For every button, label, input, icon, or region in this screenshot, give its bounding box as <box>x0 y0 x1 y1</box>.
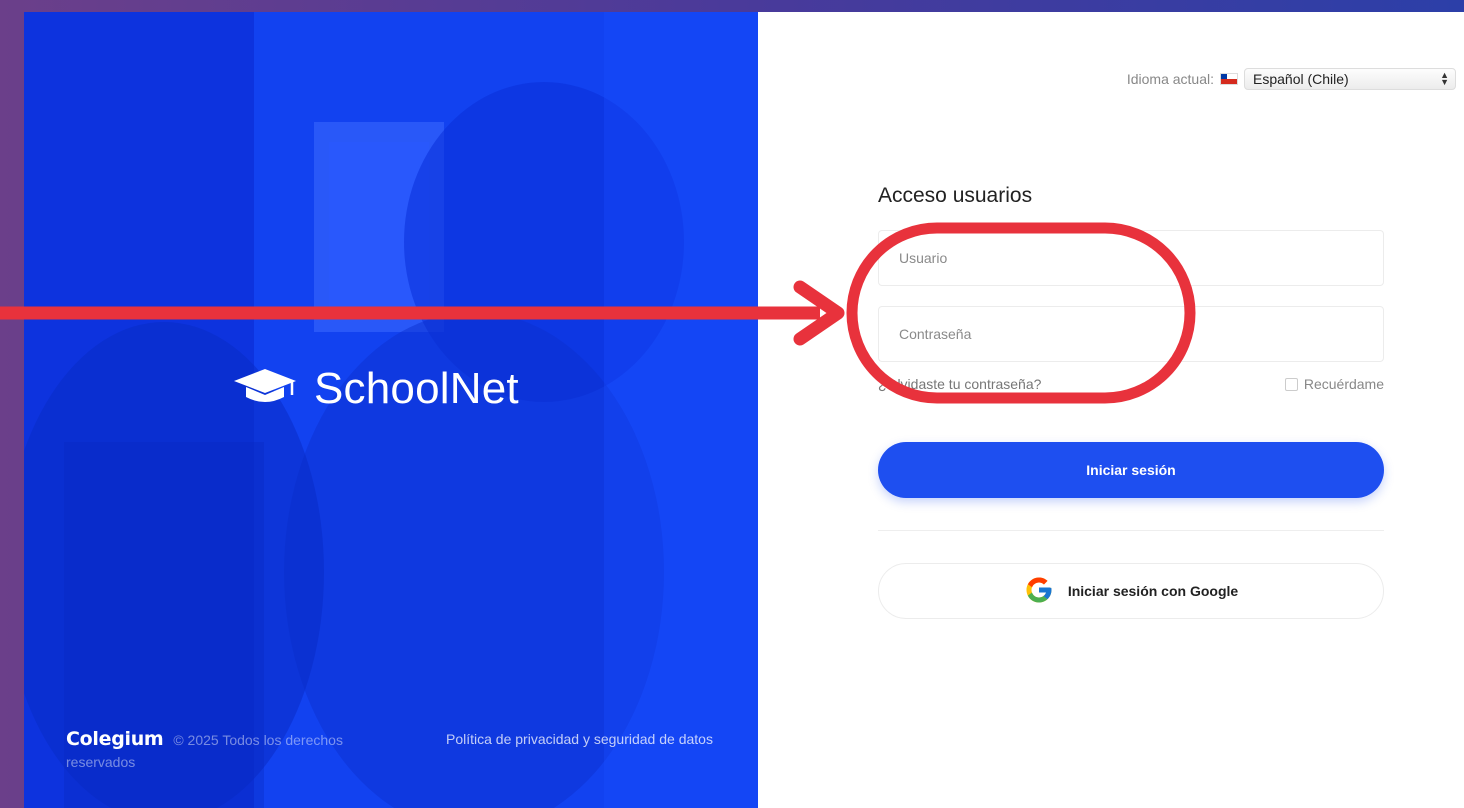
remember-checkbox[interactable] <box>1284 377 1298 391</box>
login-title: Acceso usuarios <box>878 184 1033 207</box>
password-placeholder: Contraseña <box>899 326 972 342</box>
brand-name: SchoolNet <box>314 364 519 413</box>
login-form: Acceso usuarios Usuario Contraseña ¿Olvi… <box>878 184 1384 619</box>
remember-label: Recuérdame <box>1303 376 1384 392</box>
divider <box>878 530 1384 531</box>
chile-flag-icon <box>1220 73 1238 85</box>
language-selected-value: Español (Chile) <box>1253 71 1349 87</box>
google-icon <box>1024 575 1054 608</box>
privacy-policy-link[interactable]: Política de privacidad y seguridad de da… <box>446 728 726 773</box>
hero-footer: Colegium © 2025 Todos los derechos reser… <box>66 728 726 773</box>
google-login-button[interactable]: Iniciar sesión con Google <box>878 563 1384 619</box>
password-input[interactable]: Contraseña <box>878 306 1384 362</box>
login-panel: Idioma actual: Español (Chile) ▲ ▼ Acceso… <box>758 12 1464 808</box>
login-options-row: ¿Olvidaste tu contraseña? Recuérdame <box>878 376 1384 392</box>
copyright-block: Colegium © 2025 Todos los derechos reser… <box>66 728 386 773</box>
hero-panel: SchoolNet Colegium © 2025 Todos los dere… <box>24 12 758 808</box>
google-login-label: Iniciar sesión con Google <box>1067 583 1239 599</box>
language-selector: Idioma actual: Español (Chile) ▲ ▼ <box>1127 68 1456 90</box>
language-label: Idioma actual: <box>1126 71 1214 87</box>
graduation-cap-icon <box>232 367 298 412</box>
login-button[interactable]: Iniciar sesión <box>878 442 1384 498</box>
language-select[interactable]: Español (Chile) ▲ ▼ <box>1244 68 1456 90</box>
remember-me[interactable]: Recuérdame <box>1284 376 1384 392</box>
forgot-password-link[interactable]: ¿Olvidaste tu contraseña? <box>878 376 1041 392</box>
username-input[interactable]: Usuario <box>878 230 1384 286</box>
username-placeholder: Usuario <box>899 250 948 266</box>
brand-logo: SchoolNet <box>232 364 519 414</box>
select-arrows-icon: ▲ ▼ <box>1440 70 1449 87</box>
colegium-logo: Colegium <box>66 728 164 750</box>
app-frame: SchoolNet Colegium © 2025 Todos los dere… <box>24 12 1464 808</box>
